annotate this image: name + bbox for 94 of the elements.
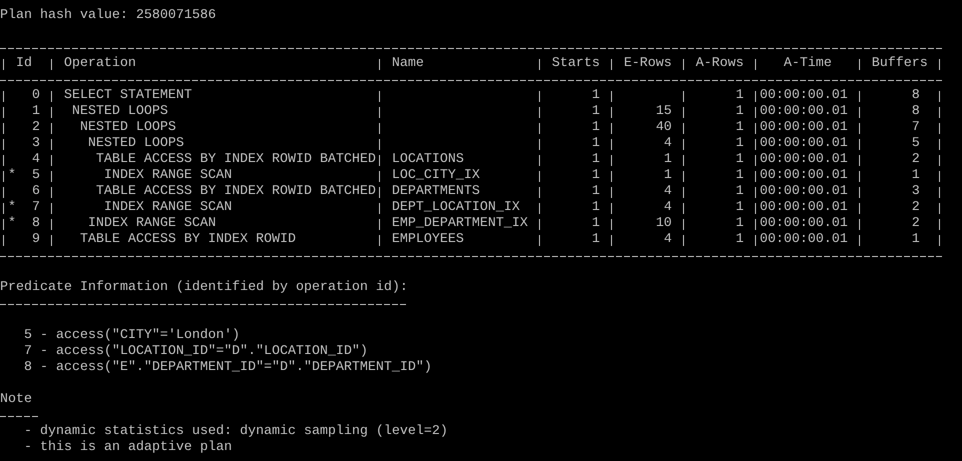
table-cell: 1 bbox=[664, 152, 672, 168]
table-cell: 1 bbox=[736, 88, 744, 104]
table-cell: NESTED LOOPS bbox=[80, 120, 176, 136]
table-cell: 4 bbox=[664, 232, 672, 248]
table-cell: 00:00:00.01 bbox=[760, 120, 848, 136]
table-cell: 00:00:00.01 bbox=[760, 184, 848, 200]
table-cell: 7 bbox=[912, 120, 920, 136]
table-cell: 2 bbox=[912, 216, 920, 232]
column-header: Buffers bbox=[872, 56, 928, 72]
table-cell: 1 bbox=[592, 216, 600, 232]
predicate-marker: * bbox=[8, 168, 16, 184]
table-cell: NESTED LOOPS bbox=[88, 136, 184, 152]
table-cell: DEPARTMENTS bbox=[392, 184, 480, 200]
table-cell: 1 bbox=[592, 136, 600, 152]
table-cell: 4 bbox=[664, 184, 672, 200]
table-cell: 1 bbox=[736, 168, 744, 184]
table-cell: 1 bbox=[32, 104, 40, 120]
table-cell: 5 bbox=[32, 168, 40, 184]
table-cell: 00:00:00.01 bbox=[760, 152, 848, 168]
predicate-text: 8 - access("E"."DEPARTMENT_ID"="D"."DEPARTMENT_ID") bbox=[24, 360, 432, 376]
table-cell: 8 bbox=[912, 88, 920, 104]
table-cell: 00:00:00.01 bbox=[760, 88, 848, 104]
table-cell: 1 bbox=[736, 232, 744, 248]
table-cell: 1 bbox=[912, 168, 920, 184]
column-header: E-Rows bbox=[624, 56, 672, 72]
table-cell: EMP_DEPARTMENT_IX bbox=[392, 216, 528, 232]
table-cell: 1 bbox=[592, 104, 600, 120]
table-cell: 1 bbox=[592, 168, 600, 184]
table-cell: 0 bbox=[32, 88, 40, 104]
table-cell: 1 bbox=[592, 232, 600, 248]
table-cell: 00:00:00.01 bbox=[760, 136, 848, 152]
note-text: - this is an adaptive plan bbox=[24, 440, 232, 456]
table-cell: 2 bbox=[912, 152, 920, 168]
table-cell: 00:00:00.01 bbox=[760, 232, 848, 248]
table-cell: 00:00:00.01 bbox=[760, 200, 848, 216]
table-cell: 6 bbox=[32, 184, 40, 200]
table-cell: 00:00:00.01 bbox=[760, 104, 848, 120]
table-cell: EMPLOYEES bbox=[392, 232, 464, 248]
predicate-text: 5 - access("CITY"='London') bbox=[24, 328, 240, 344]
column-header: Name bbox=[392, 56, 424, 72]
table-cell: 10 bbox=[656, 216, 672, 232]
table-cell: 4 bbox=[664, 200, 672, 216]
table-cell: 1 bbox=[736, 104, 744, 120]
table-cell: 4 bbox=[32, 152, 40, 168]
table-cell: LOCATIONS bbox=[392, 152, 464, 168]
note-text: - dynamic statistics used: dynamic sampling (level=2) bbox=[24, 424, 448, 440]
table-cell: DEPT_LOCATION_IX bbox=[392, 200, 520, 216]
table-cell: 15 bbox=[656, 104, 672, 120]
table-cell: INDEX RANGE SCAN bbox=[104, 168, 232, 184]
table-cell: 40 bbox=[656, 120, 672, 136]
table-cell: SELECT STATEMENT bbox=[64, 88, 192, 104]
column-header: A-Rows bbox=[696, 56, 744, 72]
table-cell: 1 bbox=[592, 152, 600, 168]
table-cell: 1 bbox=[592, 120, 600, 136]
table-cell: 1 bbox=[592, 88, 600, 104]
plan-hash-text: Plan hash value: 2580071586 bbox=[0, 8, 216, 24]
table-cell: 8 bbox=[32, 216, 40, 232]
table-cell: 1 bbox=[736, 152, 744, 168]
table-cell: TABLE ACCESS BY INDEX ROWID BATCHED bbox=[96, 152, 376, 168]
table-cell: 1 bbox=[912, 232, 920, 248]
table-cell: INDEX RANGE SCAN bbox=[104, 200, 232, 216]
section-heading: Predicate Information (identified by operation id): bbox=[0, 280, 408, 296]
table-cell: 5 bbox=[912, 136, 920, 152]
table-cell: 1 bbox=[736, 184, 744, 200]
table-cell: TABLE ACCESS BY INDEX ROWID BATCHED bbox=[96, 184, 376, 200]
table-cell: LOC_CITY_IX bbox=[392, 168, 480, 184]
column-header: Starts bbox=[552, 56, 600, 72]
table-cell: 3 bbox=[32, 136, 40, 152]
column-header: A-Time bbox=[784, 56, 832, 72]
table-cell: 00:00:00.01 bbox=[760, 168, 848, 184]
table-cell: NESTED LOOPS bbox=[72, 104, 168, 120]
table-cell: 1 bbox=[592, 184, 600, 200]
predicate-text: 7 - access("LOCATION_ID"="D"."LOCATION_ID") bbox=[24, 344, 368, 360]
table-cell: 2 bbox=[32, 120, 40, 136]
column-header: Operation bbox=[64, 56, 136, 72]
table-cell: 1 bbox=[736, 216, 744, 232]
table-cell: 1 bbox=[736, 120, 744, 136]
table-cell: 00:00:00.01 bbox=[760, 216, 848, 232]
table-cell: 2 bbox=[912, 200, 920, 216]
table-cell: 7 bbox=[32, 200, 40, 216]
table-cell: 1 bbox=[736, 200, 744, 216]
predicate-marker: * bbox=[8, 216, 16, 232]
table-cell: 1 bbox=[736, 136, 744, 152]
column-header: Id bbox=[16, 56, 32, 72]
table-cell: 1 bbox=[592, 200, 600, 216]
table-cell: 8 bbox=[912, 104, 920, 120]
table-cell: 3 bbox=[912, 184, 920, 200]
table-cell: 1 bbox=[664, 168, 672, 184]
table-cell: 9 bbox=[32, 232, 40, 248]
table-cell: 4 bbox=[664, 136, 672, 152]
section-heading: Note bbox=[0, 392, 32, 408]
predicate-marker: * bbox=[8, 200, 16, 216]
table-cell: TABLE ACCESS BY INDEX ROWID bbox=[80, 232, 296, 248]
table-cell: INDEX RANGE SCAN bbox=[88, 216, 216, 232]
